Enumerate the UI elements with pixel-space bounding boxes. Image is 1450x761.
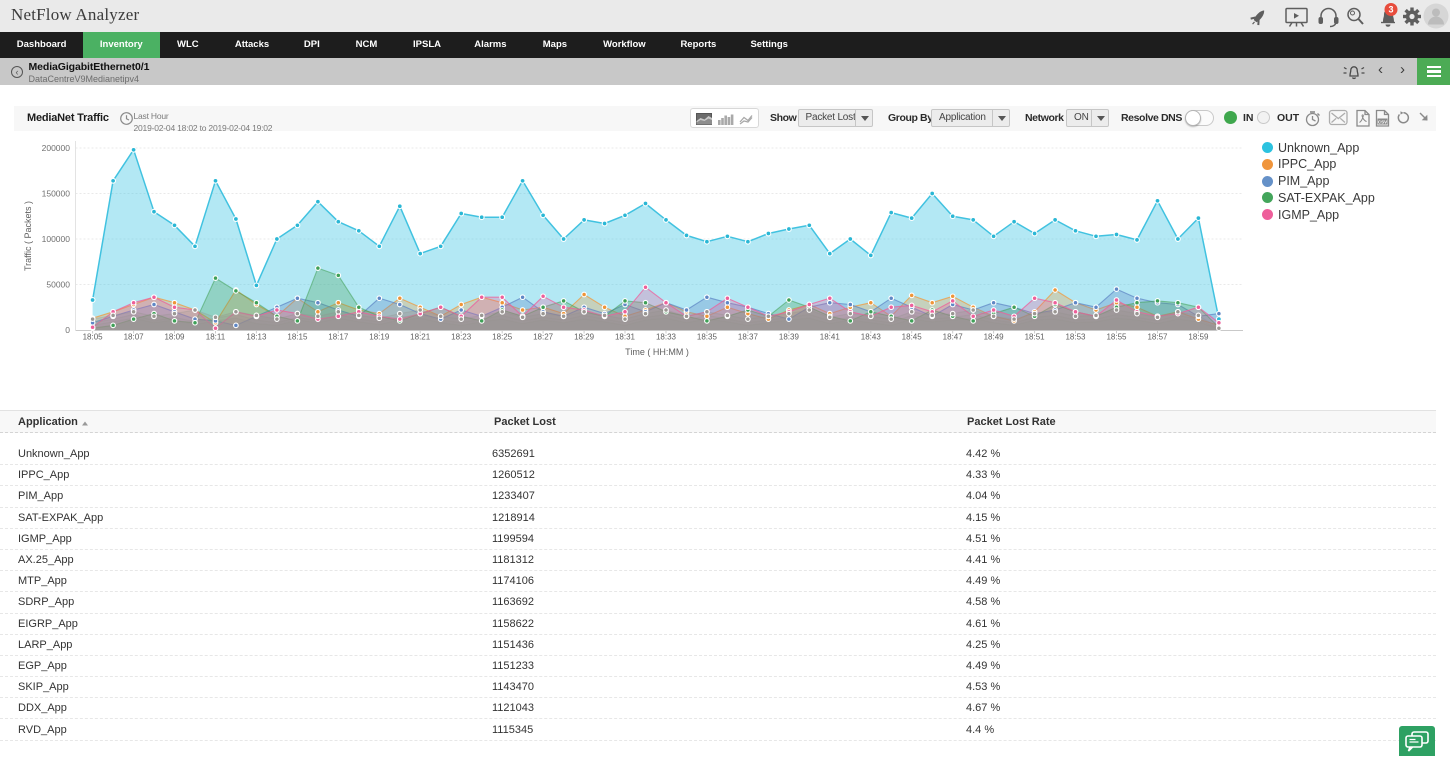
svg-text:18:41: 18:41 [820,333,841,342]
svg-text:18:15: 18:15 [287,333,308,342]
svg-text:18:19: 18:19 [369,333,390,342]
svg-text:18:31: 18:31 [615,333,636,342]
svg-text:18:57: 18:57 [1147,333,1168,342]
svg-text:18:37: 18:37 [738,333,759,342]
svg-text:18:07: 18:07 [124,333,145,342]
svg-text:100000: 100000 [42,234,71,244]
svg-text:Time ( HH:MM ): Time ( HH:MM ) [625,347,689,357]
svg-text:18:13: 18:13 [246,333,267,342]
svg-text:0: 0 [65,325,70,335]
svg-text:CSV: CSV [1378,119,1387,124]
svg-text:18:09: 18:09 [164,333,185,342]
svg-text:18:17: 18:17 [328,333,349,342]
svg-text:18:51: 18:51 [1025,333,1046,342]
svg-text:18:49: 18:49 [984,333,1005,342]
svg-text:18:33: 18:33 [656,333,677,342]
svg-text:18:25: 18:25 [492,333,513,342]
svg-text:3: 3 [1388,5,1393,15]
svg-text:200000: 200000 [42,143,71,153]
svg-text:18:23: 18:23 [451,333,472,342]
svg-text:18:45: 18:45 [902,333,923,342]
svg-text:18:55: 18:55 [1106,333,1127,342]
svg-text:18:35: 18:35 [697,333,718,342]
svg-text:18:59: 18:59 [1188,333,1209,342]
svg-text:50000: 50000 [46,280,70,290]
svg-text:18:05: 18:05 [83,333,104,342]
svg-text:18:39: 18:39 [779,333,800,342]
svg-text:18:29: 18:29 [574,333,595,342]
svg-text:18:21: 18:21 [410,333,431,342]
svg-text:18:53: 18:53 [1065,333,1086,342]
svg-text:150000: 150000 [42,189,71,199]
svg-text:18:11: 18:11 [206,333,226,342]
svg-text:18:47: 18:47 [943,333,964,342]
svg-text:Traffic ( Packets ): Traffic ( Packets ) [23,201,33,271]
svg-text:18:43: 18:43 [861,333,882,342]
svg-text:18:27: 18:27 [533,333,554,342]
